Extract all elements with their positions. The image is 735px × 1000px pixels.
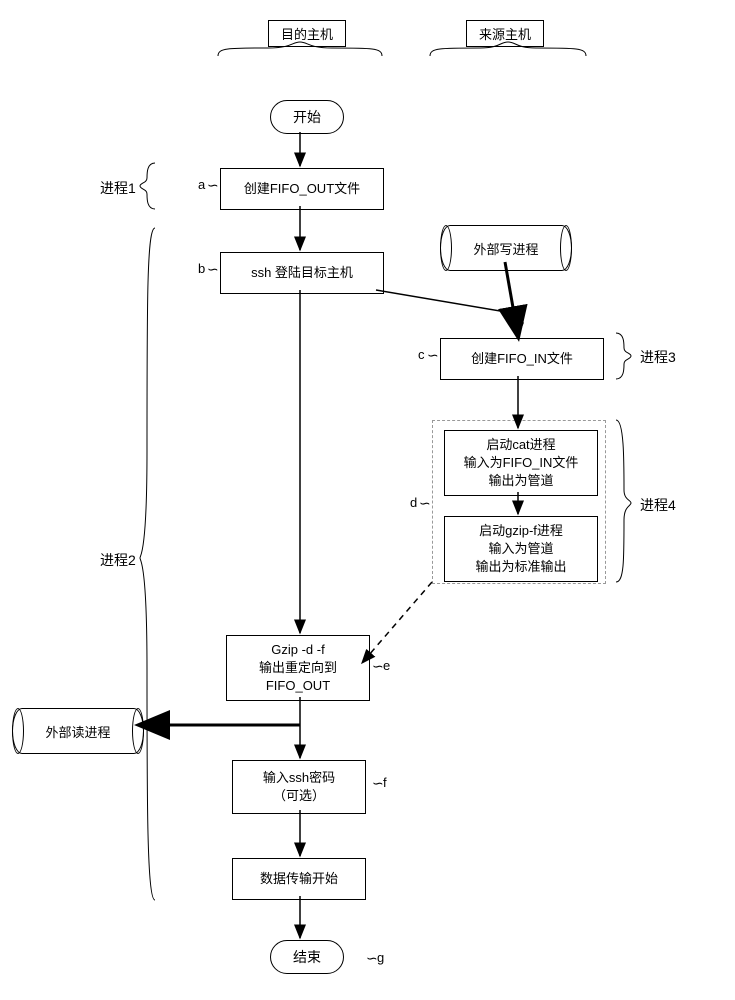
node-f: 输入ssh密码 （可选）	[232, 760, 366, 814]
tilde-f: ∽	[372, 775, 384, 792]
tilde-e: ∽	[372, 658, 384, 675]
header-src: 来源主机	[466, 20, 544, 47]
node-d-cat: 启动cat进程 输入为FIFO_IN文件 输出为管道	[444, 430, 598, 496]
node-a: 创建FIFO_OUT文件	[220, 168, 384, 210]
tilde-c: ∽	[427, 347, 439, 364]
text-e3: FIFO_OUT	[266, 677, 330, 695]
node-e: Gzip -d -f 输出重定向到 FIFO_OUT	[226, 635, 370, 701]
text-e2: 输出重定向到	[259, 659, 337, 677]
tilde-d: ∽	[419, 495, 431, 512]
node-start: 开始	[270, 100, 344, 134]
label-end: g	[377, 950, 384, 965]
text-e1: Gzip -d -f	[271, 641, 324, 659]
node-end: 结束	[270, 940, 344, 974]
label-process4: 进程4	[640, 495, 676, 515]
label-c: c	[418, 347, 425, 362]
label-b: b	[198, 261, 205, 276]
label-process2: 进程2	[100, 550, 136, 570]
text-d5: 输入为管道	[488, 540, 553, 558]
text-d4: 启动gzip-f进程	[479, 522, 563, 540]
text-f1: 输入ssh密码	[263, 769, 335, 787]
tilde-end: ∽	[366, 950, 378, 967]
arrows-overlay	[0, 0, 735, 1000]
flowchart-canvas: 目的主机 来源主机 开始 创建FIFO_OUT文件 a ∽ ssh 登陆目标主机…	[0, 0, 735, 1000]
label-e: e	[383, 658, 390, 673]
node-b: ssh 登陆目标主机	[220, 252, 384, 294]
text-d6: 输出为标准输出	[475, 558, 566, 576]
text-d3: 输出为管道	[488, 472, 553, 490]
tilde-b: ∽	[207, 261, 219, 278]
node-g: 数据传输开始	[232, 858, 366, 900]
text-d2: 输入为FIFO_IN文件	[464, 454, 579, 472]
node-d-gzip: 启动gzip-f进程 输入为管道 输出为标准输出	[444, 516, 598, 582]
label-d: d	[410, 495, 417, 510]
tilde-a: ∽	[207, 177, 219, 194]
label-a: a	[198, 177, 205, 192]
node-ext-write: 外部写进程	[440, 225, 572, 271]
node-c: 创建FIFO_IN文件	[440, 338, 604, 380]
header-dest: 目的主机	[268, 20, 346, 47]
label-process1: 进程1	[100, 178, 136, 198]
text-f2: （可选）	[273, 787, 325, 805]
node-ext-read: 外部读进程	[12, 708, 144, 754]
label-process3: 进程3	[640, 347, 676, 367]
text-d1: 启动cat进程	[486, 436, 555, 454]
